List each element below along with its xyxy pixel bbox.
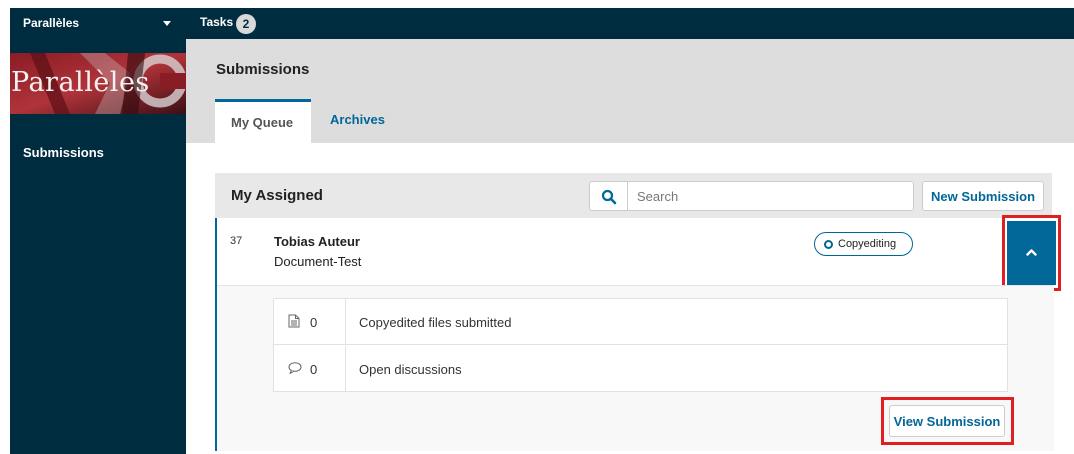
submission-details-panel: 0 Copyedited files submitted 0 Open disc… [217, 286, 1054, 451]
file-icon [288, 314, 300, 328]
submission-author: Tobias Auteur [274, 234, 360, 249]
stat-row-copyedited-files: 0 Copyedited files submitted [274, 299, 1007, 345]
list-title: My Assigned [231, 187, 323, 204]
tasks-count-badge[interactable]: 2 [236, 14, 256, 34]
chevron-up-icon [1026, 249, 1037, 256]
logo-text: Parallèles [11, 67, 150, 98]
submission-id: 37 [230, 235, 243, 247]
tab-my-queue[interactable]: My Queue [215, 99, 311, 143]
sidebar-item-submissions[interactable]: Submissions [23, 145, 104, 160]
tab-my-queue-label: My Queue [231, 115, 294, 130]
submission-title: Document-Test [274, 254, 362, 269]
search-icon [601, 189, 617, 205]
stage-badge-label: Copyediting [838, 238, 897, 250]
page-title: Submissions [216, 61, 310, 78]
stat-count: 0 [310, 315, 318, 330]
sidebar: Parallèles Submissions [10, 39, 186, 454]
stat-label: Open discussions [359, 362, 462, 377]
top-bar: Parallèles Tasks 2 [10, 8, 1074, 39]
new-submission-button[interactable]: New Submission [922, 181, 1044, 211]
search-button[interactable] [589, 181, 627, 211]
submission-stats-table: 0 Copyedited files submitted 0 Open disc… [273, 298, 1008, 392]
comment-icon [288, 362, 302, 374]
tab-archives[interactable]: Archives [330, 112, 385, 127]
caret-down-icon [163, 21, 171, 26]
stage-dot-icon [824, 240, 833, 249]
stat-label: Copyedited files submitted [359, 315, 512, 330]
cell-divider [345, 346, 346, 392]
view-submission-button[interactable]: View Submission [889, 405, 1005, 437]
context-name: Parallèles [23, 16, 80, 30]
context-switcher[interactable]: Parallèles [10, 8, 186, 39]
stage-badge: Copyediting [814, 232, 913, 256]
tasks-link[interactable]: Tasks [200, 15, 233, 29]
submission-list-item[interactable]: 37 Tobias Auteur Document-Test Copyediti… [215, 215, 1061, 451]
list-panel-header: My Assigned New Submission [215, 173, 1052, 218]
cell-divider [345, 299, 346, 345]
journal-logo[interactable]: Parallèles [10, 53, 186, 114]
stat-count: 0 [310, 362, 318, 377]
stat-row-open-discussions: 0 Open discussions [274, 346, 1007, 392]
app-frame: Parallèles Tasks 2 Parallèles Submission… [10, 8, 1074, 454]
collapse-toggle-button[interactable] [1007, 221, 1056, 285]
page-header: Submissions My Queue Archives [186, 39, 1074, 143]
search-input[interactable] [627, 181, 914, 211]
